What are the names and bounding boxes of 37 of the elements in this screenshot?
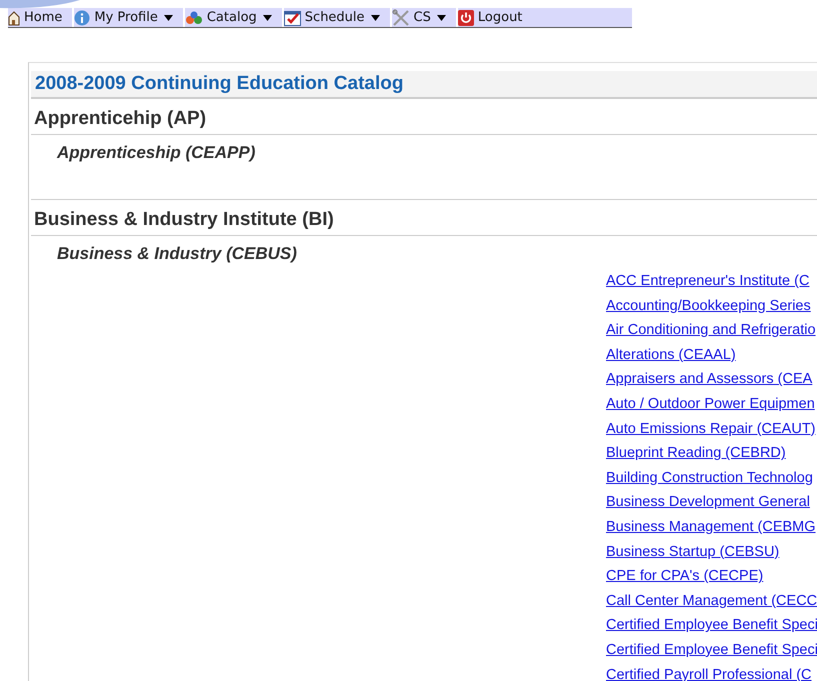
course-link[interactable]: Appraisers and Assessors (CEA [606,367,812,392]
course-link[interactable]: Business Startup (CEBSU) [606,540,780,564]
caret-icon [370,14,380,20]
caret-icon [164,14,173,20]
menu-item[interactable]: Schedule [284,8,390,27]
section-heading: Business & Industry Institute (BI) [31,200,817,236]
menu-item[interactable]: Catalog [184,8,282,27]
course-link[interactable]: Business Development General [606,490,810,515]
course-link[interactable]: Business Management (CEBMG [606,514,816,540]
subsection-heading: Apprenticeship (CEAPP) [56,142,256,163]
menu-item[interactable]: Logout [458,8,632,27]
caret-icon [436,14,446,20]
menu-item[interactable]: Home [8,8,72,27]
catalog-title: 2008-2009 Continuing Education Catalog [31,71,817,99]
caret-icon [262,14,272,20]
house-icon [8,10,20,26]
menu-item[interactable]: CS [392,8,456,27]
calendar-check-icon [284,10,301,26]
tools-icon [392,8,410,26]
subsection-heading: Business & Industry (CEBUS) [56,243,298,264]
course-link[interactable]: ACC Entrepreneur's Institute (C [606,269,810,294]
course-link[interactable]: Air Conditioning and Refrigeratio [606,318,816,343]
info-icon [74,10,90,26]
power-icon [458,10,474,26]
course-link[interactable]: Alterations (CEAAL) [606,342,736,368]
course-link[interactable]: Call Center Management (CECC [606,588,817,614]
course-link[interactable]: Certified Employee Benefit Speci [606,638,817,662]
section-heading: Apprenticehip (AP) [31,99,817,135]
course-link[interactable]: Accounting/Bookkeeping Series [606,294,811,318]
menu-item[interactable]: My Profile [74,8,183,27]
course-link[interactable]: Building Construction Technolog [606,466,813,490]
course-link[interactable]: Certified Employee Benefit Speci [606,613,817,638]
blocks-icon [184,10,203,24]
course-link[interactable]: CPE for CPA's (CECPE) [606,564,764,589]
course-link[interactable]: Auto / Outdoor Power Equipmen [606,392,815,417]
course-link[interactable]: Auto Emissions Repair (CEAUT) [606,416,816,442]
course-link[interactable]: Blueprint Reading (CEBRD) [606,441,786,466]
